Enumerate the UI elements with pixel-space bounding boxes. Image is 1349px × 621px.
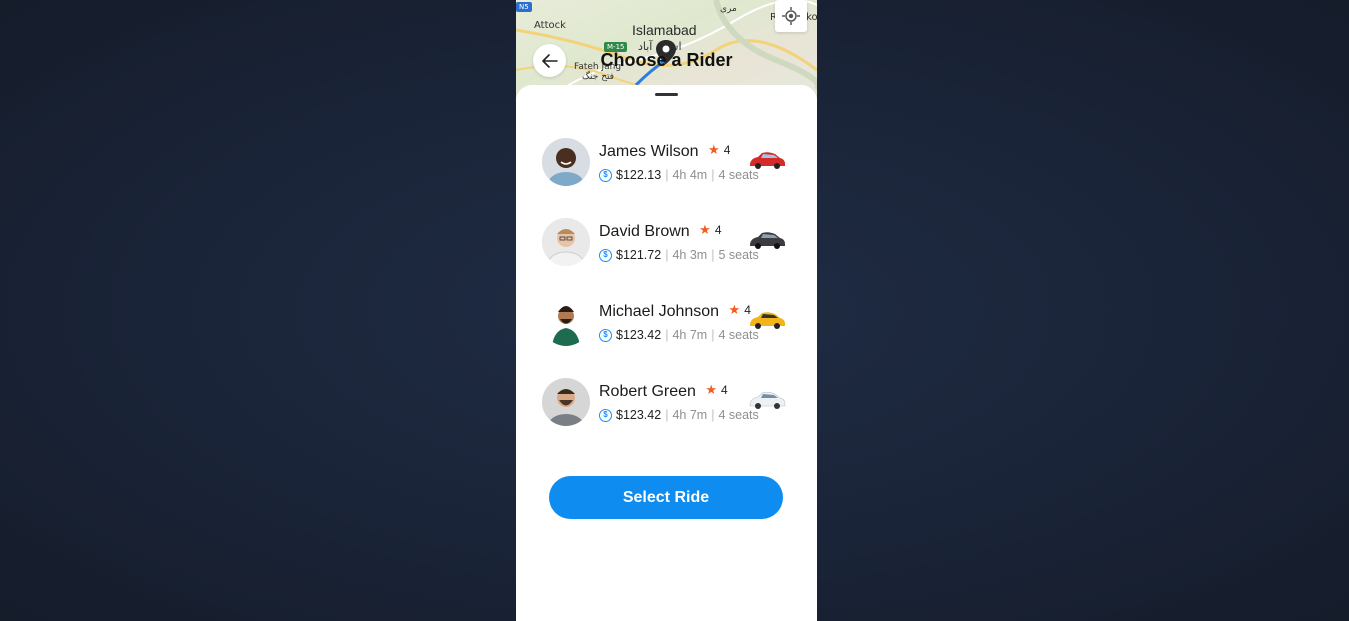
rider-price: $123.42: [616, 328, 662, 342]
car-icon: [750, 312, 785, 329]
star-icon: ★: [705, 382, 718, 397]
rider-meta: $ $122.13 | 4h 4m | 4 seats: [599, 168, 759, 182]
map-label-attock: Attock: [534, 20, 566, 31]
page-title: Choose a Rider: [600, 50, 733, 70]
rider-price: $123.42: [616, 408, 662, 422]
star-icon: ★: [699, 222, 711, 237]
rider-name: Michael Johnson: [599, 303, 720, 320]
rider-name: Robert Green: [599, 383, 696, 400]
rider-rating: ★ 4: [705, 382, 727, 398]
rider-duration: 4h 7m: [672, 408, 708, 422]
rider-meta: $ $123.42 | 4h 7m | 4 seats: [599, 408, 759, 422]
rating-value: 4: [714, 223, 722, 237]
avatar: [542, 378, 590, 426]
map-label-islamabad: Islamabad: [632, 22, 697, 38]
rider-name: David Brown: [599, 223, 690, 240]
car-icon: [750, 152, 785, 169]
rating-value: 4: [721, 383, 728, 397]
dollar-icon: $: [599, 408, 612, 422]
avatar: [542, 218, 590, 266]
rider-duration: 4h 7m: [672, 328, 708, 342]
map-label-fateh-jang-urdu: فتح جنگ: [582, 72, 615, 82]
car-icon: [749, 391, 786, 409]
rider-card-michael-johnson[interactable]: Michael Johnson ★ 4 $ $123.42 | 4h 7m | 4…: [542, 298, 792, 348]
rider-meta: $ $121.72 | 4h 3m | 5 seats: [599, 248, 759, 262]
rider-duration: 4h 3m: [672, 248, 708, 262]
dollar-icon: $: [599, 328, 612, 342]
rider-rating: ★ 4: [708, 142, 730, 158]
dollar-icon: $: [599, 168, 612, 182]
drag-handle[interactable]: [655, 93, 678, 96]
rider-name-line: James Wilson ★ 4: [599, 142, 730, 161]
rating-value: 4: [723, 143, 731, 157]
car-icon: [750, 232, 785, 249]
rider-rating: ★ 4: [699, 222, 721, 238]
rider-name: James Wilson: [599, 143, 699, 160]
rider-card-robert-green[interactable]: Robert Green ★ 4 $ $123.42 | 4h 7m | 4 se…: [542, 378, 792, 428]
rider-meta: $ $123.42 | 4h 7m | 4 seats: [599, 328, 759, 342]
star-icon: ★: [708, 142, 720, 157]
app-screen: N5 Attock Islamabad اسلام آباد M-15 Fate…: [516, 0, 817, 621]
my-location-button[interactable]: [775, 0, 807, 32]
my-location-icon: [782, 7, 800, 25]
rider-name-line: David Brown ★ 4: [599, 222, 722, 241]
rider-price: $122.13: [616, 168, 662, 182]
dollar-icon: $: [599, 248, 612, 262]
rider-name-line: Michael Johnson ★ 4: [599, 302, 751, 321]
road-badge-n5: N5: [516, 2, 532, 12]
rider-name-line: Robert Green ★ 4: [599, 382, 728, 401]
rider-bottom-sheet: James Wilson ★ 4 $ $122.13 | 4h 4m | 4 se…: [516, 85, 817, 621]
avatar: [542, 298, 590, 346]
avatar: [542, 138, 590, 186]
rider-duration: 4h 4m: [672, 168, 708, 182]
rider-card-david-brown[interactable]: David Brown ★ 4 $ $121.72 | 4h 3m | 5 sea…: [542, 218, 792, 268]
map-label-mari-urdu: مری: [720, 4, 737, 14]
select-ride-button[interactable]: Select Ride: [549, 476, 783, 519]
star-icon: ★: [728, 302, 741, 317]
rider-price: $121.72: [616, 248, 662, 262]
rider-card-james-wilson[interactable]: James Wilson ★ 4 $ $122.13 | 4h 4m | 4 se…: [542, 138, 792, 188]
